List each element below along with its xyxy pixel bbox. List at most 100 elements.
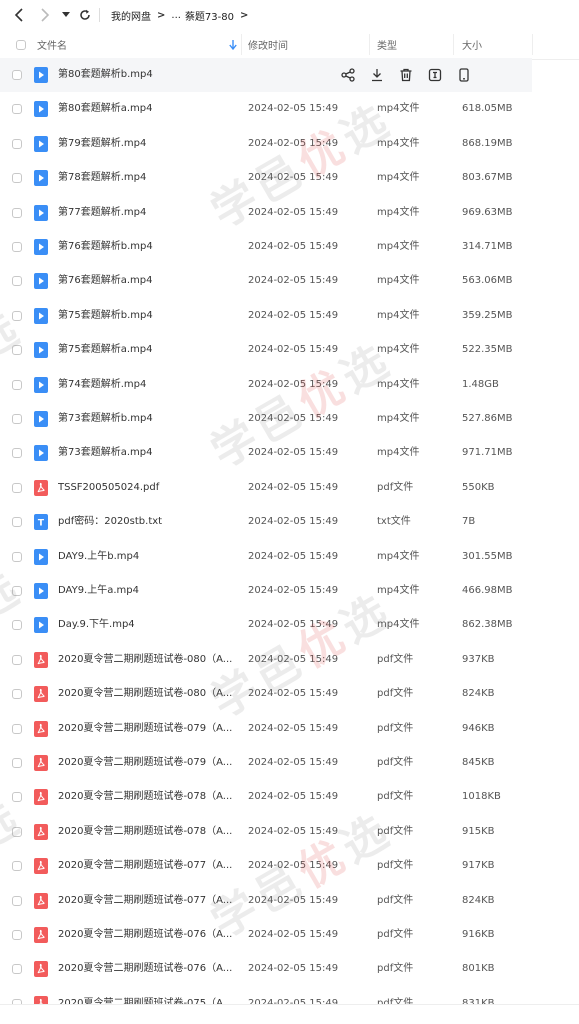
file-name[interactable]: 2020夏令营二期刷题班试卷-077（A... (58, 884, 240, 918)
row-checkbox[interactable] (12, 930, 22, 940)
row-checkbox[interactable] (12, 139, 22, 149)
file-row[interactable]: 第79套题解析.mp4 2024-02-05 15:49 mp4文件 868.19MB (0, 127, 579, 161)
file-row[interactable]: TSSF200505024.pdf 2024-02-05 15:49 pdf文件 55… (0, 471, 579, 505)
select-all-checkbox[interactable] (16, 30, 26, 59)
row-checkbox[interactable] (12, 104, 22, 114)
breadcrumb-ellipsis[interactable]: ... (171, 10, 181, 21)
file-row[interactable]: 第76套题解析a.mp4 2024-02-05 15:49 mp4文件 563.06M… (0, 264, 579, 298)
row-checkbox[interactable] (12, 448, 22, 458)
file-name[interactable]: 第80套题解析b.mp4 (58, 58, 240, 92)
file-name[interactable]: 第76套题解析a.mp4 (58, 264, 240, 298)
file-name[interactable]: 第73套题解析a.mp4 (58, 436, 240, 470)
refresh-button[interactable] (76, 4, 94, 26)
row-checkbox[interactable] (12, 655, 22, 665)
file-row[interactable]: 2020夏令营二期刷题班试卷-080（A... 2024-02-05 15:49 p… (0, 677, 579, 711)
file-row[interactable]: 2020夏令营二期刷题班试卷-075（A... 2024-02-05 15:49 p… (0, 987, 579, 1004)
history-dropdown-button[interactable] (60, 4, 72, 26)
file-row[interactable]: 第74套题解析.mp4 2024-02-05 15:49 mp4文件 1.48GB (0, 368, 579, 402)
mobile-icon[interactable] (456, 66, 472, 84)
file-name[interactable]: 2020夏令营二期刷题班试卷-080（A... (58, 643, 240, 677)
row-checkbox[interactable] (12, 173, 22, 183)
row-checkbox[interactable] (12, 964, 22, 974)
file-row[interactable]: 2020夏令营二期刷题班试卷-079（A... 2024-02-05 15:49 p… (0, 746, 579, 780)
file-row[interactable]: 第73套题解析b.mp4 2024-02-05 15:49 mp4文件 527.86M… (0, 402, 579, 436)
file-name[interactable]: DAY9.上午a.mp4 (58, 574, 240, 608)
row-checkbox[interactable] (12, 792, 22, 802)
file-row[interactable]: Tpdf密码：2020stb.txt 2024-02-05 15:49 txt文件 7… (0, 505, 579, 539)
file-row[interactable]: Day.9.下午.mp4 2024-02-05 15:49 mp4文件 862.38M… (0, 608, 579, 642)
file-name[interactable]: 第74套题解析.mp4 (58, 368, 240, 402)
row-checkbox[interactable] (12, 552, 22, 562)
row-checkbox[interactable] (12, 620, 22, 630)
file-name[interactable]: 2020夏令营二期刷题班试卷-078（A... (58, 780, 240, 814)
row-checkbox[interactable] (12, 896, 22, 906)
file-name[interactable]: 第73套题解析b.mp4 (58, 402, 240, 436)
breadcrumb-current[interactable]: 蔡题73-80 (185, 8, 234, 23)
file-name[interactable]: 2020夏令营二期刷题班试卷-079（A... (58, 712, 240, 746)
file-row[interactable]: 第80套题解析b.mp4 (0, 58, 532, 92)
forward-button[interactable] (36, 4, 54, 26)
column-modified[interactable]: 修改时间 (248, 30, 288, 59)
file-name[interactable]: pdf密码：2020stb.txt (58, 505, 240, 539)
row-checkbox[interactable] (12, 689, 22, 699)
back-button[interactable] (10, 4, 28, 26)
row-checkbox[interactable] (12, 380, 22, 390)
file-row[interactable]: 2020夏令营二期刷题班试卷-078（A... 2024-02-05 15:49 p… (0, 780, 579, 814)
file-name[interactable]: 2020夏令营二期刷题班试卷-077（A... (58, 849, 240, 883)
file-name[interactable]: 2020夏令营二期刷题班试卷-075（A... (58, 987, 240, 1004)
file-row[interactable]: 2020夏令营二期刷题班试卷-078（A... 2024-02-05 15:49 p… (0, 815, 579, 849)
row-checkbox[interactable] (12, 242, 22, 252)
delete-icon[interactable] (398, 66, 414, 84)
file-name[interactable]: Day.9.下午.mp4 (58, 608, 240, 642)
row-checkbox[interactable] (12, 827, 22, 837)
file-row[interactable]: 第75套题解析b.mp4 2024-02-05 15:49 mp4文件 359.25M… (0, 299, 579, 333)
download-icon[interactable] (369, 66, 385, 84)
file-name[interactable]: 第80套题解析a.mp4 (58, 92, 240, 126)
row-checkbox[interactable] (12, 70, 22, 80)
breadcrumb-root[interactable]: 我的网盘 (111, 8, 151, 23)
file-name[interactable]: 第76套题解析b.mp4 (58, 230, 240, 264)
file-name[interactable]: 2020夏令营二期刷题班试卷-080（A... (58, 677, 240, 711)
share-icon[interactable] (340, 66, 356, 84)
row-checkbox[interactable] (12, 208, 22, 218)
file-row[interactable]: 2020夏令营二期刷题班试卷-077（A... 2024-02-05 15:49 p… (0, 884, 579, 918)
file-row[interactable]: 第77套题解析.mp4 2024-02-05 15:49 mp4文件 969.63MB (0, 196, 579, 230)
file-row[interactable]: 第80套题解析a.mp4 2024-02-05 15:49 mp4文件 618.05M… (0, 92, 579, 126)
file-row[interactable]: 2020夏令营二期刷题班试卷-077（A... 2024-02-05 15:49 p… (0, 849, 579, 883)
file-name[interactable]: 第75套题解析a.mp4 (58, 333, 240, 367)
file-row[interactable]: 2020夏令营二期刷题班试卷-076（A... 2024-02-05 15:49 p… (0, 918, 579, 952)
file-name[interactable]: 第79套题解析.mp4 (58, 127, 240, 161)
row-checkbox[interactable] (12, 483, 22, 493)
row-checkbox[interactable] (12, 586, 22, 596)
file-row[interactable]: 第75套题解析a.mp4 2024-02-05 15:49 mp4文件 522.35M… (0, 333, 579, 367)
file-row[interactable]: 第76套题解析b.mp4 2024-02-05 15:49 mp4文件 314.71M… (0, 230, 579, 264)
file-row[interactable]: 第73套题解析a.mp4 2024-02-05 15:49 mp4文件 971.71M… (0, 436, 579, 470)
row-checkbox[interactable] (12, 276, 22, 286)
file-name[interactable]: 第75套题解析b.mp4 (58, 299, 240, 333)
file-row[interactable]: 2020夏令营二期刷题班试卷-076（A... 2024-02-05 15:49 p… (0, 952, 579, 986)
file-row[interactable]: DAY9.上午b.mp4 2024-02-05 15:49 mp4文件 301.55M… (0, 540, 579, 574)
column-name[interactable]: 文件名 (37, 30, 67, 59)
row-checkbox[interactable] (12, 414, 22, 424)
file-name[interactable]: 2020夏令营二期刷题班试卷-079（A... (58, 746, 240, 780)
row-checkbox[interactable] (12, 345, 22, 355)
column-type[interactable]: 类型 (377, 30, 397, 59)
row-checkbox[interactable] (12, 311, 22, 321)
row-checkbox[interactable] (12, 517, 22, 527)
column-size[interactable]: 大小 (462, 30, 482, 59)
file-name[interactable]: 第78套题解析.mp4 (58, 161, 240, 195)
file-row[interactable]: DAY9.上午a.mp4 2024-02-05 15:49 mp4文件 466.98M… (0, 574, 579, 608)
row-checkbox[interactable] (12, 724, 22, 734)
file-row[interactable]: 2020夏令营二期刷题班试卷-079（A... 2024-02-05 15:49 p… (0, 712, 579, 746)
file-name[interactable]: 2020夏令营二期刷题班试卷-078（A... (58, 815, 240, 849)
file-name[interactable]: 2020夏令营二期刷题班试卷-076（A... (58, 952, 240, 986)
file-name[interactable]: TSSF200505024.pdf (58, 471, 240, 505)
file-name[interactable]: 2020夏令营二期刷题班试卷-076（A... (58, 918, 240, 952)
row-checkbox[interactable] (12, 861, 22, 871)
file-row[interactable]: 2020夏令营二期刷题班试卷-080（A... 2024-02-05 15:49 p… (0, 643, 579, 677)
rename-icon[interactable] (427, 66, 443, 84)
file-name[interactable]: 第77套题解析.mp4 (58, 196, 240, 230)
row-checkbox[interactable] (12, 758, 22, 768)
file-row[interactable]: 第78套题解析.mp4 2024-02-05 15:49 mp4文件 803.67MB (0, 161, 579, 195)
file-name[interactable]: DAY9.上午b.mp4 (58, 540, 240, 574)
